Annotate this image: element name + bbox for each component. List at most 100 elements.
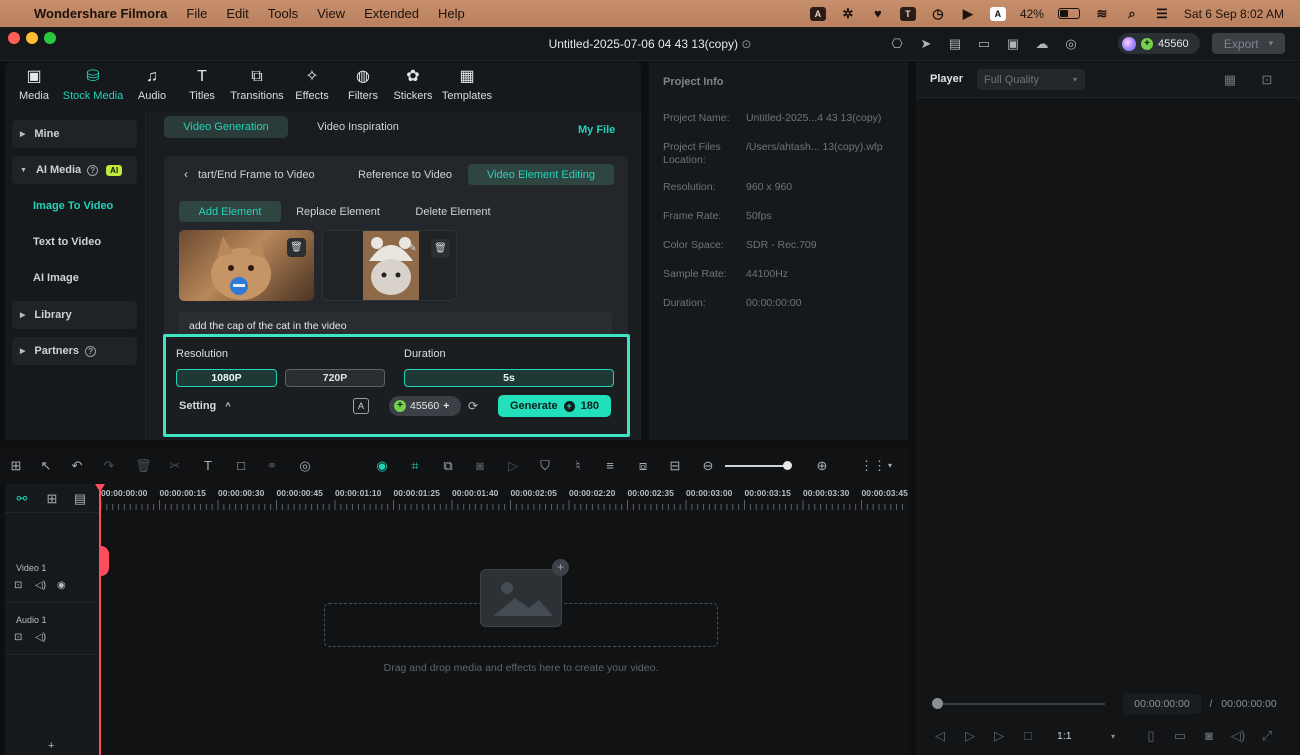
element-image-thumbnail[interactable]: ✎ 🗑: [322, 230, 457, 301]
player-progress-track[interactable]: [933, 703, 1105, 705]
chevron-down-icon[interactable]: ▾: [882, 458, 898, 474]
play-icon[interactable]: ▷: [991, 728, 1007, 744]
menu-tools[interactable]: Tools: [268, 6, 298, 21]
tab-transitions[interactable]: ⧉ Transitions: [228, 68, 286, 102]
battery-icon[interactable]: [1057, 8, 1080, 19]
status-text-icon[interactable]: T: [899, 6, 916, 21]
menu-help[interactable]: Help: [438, 6, 465, 21]
prompt-input[interactable]: add the cap of the cat in the video: [179, 312, 612, 336]
delete-icon[interactable]: 🗑: [135, 458, 152, 474]
status-clock-icon[interactable]: ◷: [930, 6, 946, 21]
control-center-icon[interactable]: ☰: [1154, 6, 1170, 21]
duration-5s-button[interactable]: 5s: [404, 369, 614, 387]
scene-detect-icon[interactable]: ⧉: [440, 458, 456, 474]
subtitles-icon[interactable]: ≡: [602, 458, 618, 474]
add-media-icon[interactable]: +: [552, 559, 569, 576]
cut-icon[interactable]: ✂: [167, 458, 183, 474]
menu-edit[interactable]: Edit: [226, 6, 248, 21]
spotlight-search-icon[interactable]: ⌕: [1124, 6, 1140, 21]
check-circle-icon[interactable]: ⊙: [741, 37, 751, 51]
my-file-link[interactable]: My File: [578, 124, 615, 136]
more-options-icon[interactable]: ⋮⋮: [860, 458, 886, 474]
menu-file[interactable]: File: [186, 6, 207, 21]
mute-icon[interactable]: ◁): [35, 632, 46, 643]
add-track-icon[interactable]: ⊞: [44, 491, 60, 507]
resolution-720p-button[interactable]: 720P: [285, 369, 385, 387]
display-icon[interactable]: ▭: [1172, 728, 1188, 744]
ai-effects-icon[interactable]: ◎: [297, 458, 313, 474]
mute-icon[interactable]: ◁): [35, 580, 46, 591]
previous-frame-icon[interactable]: ◁: [932, 728, 948, 744]
fit-icon[interactable]: ⊟: [667, 458, 683, 474]
tab-audio[interactable]: ♫ Audio: [133, 68, 171, 102]
menu-view[interactable]: View: [317, 6, 345, 21]
tab-templates[interactable]: ▦ Templates: [441, 68, 493, 102]
tab-effects[interactable]: ✧ Effects: [292, 68, 332, 102]
edit-icon[interactable]: ✎: [403, 239, 422, 258]
generation-credits-pill[interactable]: + 45560 +: [389, 396, 461, 416]
tab-stock-media[interactable]: ⛁ Stock Media: [60, 68, 126, 102]
shield-icon[interactable]: ⛉: [537, 458, 553, 474]
color-icon[interactable]: ⚭: [264, 458, 280, 474]
playhead[interactable]: [99, 484, 101, 755]
setting-toggle[interactable]: Setting ^: [179, 400, 231, 412]
tab-add-element[interactable]: Add Element: [179, 201, 281, 222]
ratio-select[interactable]: 1:1 ▾: [1051, 726, 1119, 746]
tab-reference-to-video[interactable]: Reference to Video: [346, 164, 464, 185]
menubar-datetime[interactable]: Sat 6 Sep 8:02 AM: [1184, 7, 1284, 21]
crop-icon[interactable]: □: [233, 458, 249, 474]
status-spark-icon[interactable]: ✲: [840, 6, 856, 21]
tab-filters[interactable]: ◍ Filters: [344, 68, 382, 102]
sidebar-item-text-to-video[interactable]: Text to Video: [12, 228, 137, 256]
tab-video-inspiration[interactable]: Video Inspiration: [298, 116, 418, 138]
sidebar-item-ai-image[interactable]: AI Image: [12, 264, 137, 292]
tab-media[interactable]: ▣ Media: [14, 68, 54, 102]
zoom-out-icon[interactable]: ⊖: [700, 458, 716, 474]
link-icon[interactable]: ⚯: [14, 491, 30, 507]
chevron-left-icon[interactable]: ‹: [184, 167, 188, 181]
tab-delete-element[interactable]: Delete Element: [404, 201, 502, 222]
mark-icon[interactable]: ▯: [1143, 728, 1159, 744]
zoom-in-icon[interactable]: ⊕: [814, 458, 830, 474]
playhead-handle[interactable]: [99, 546, 109, 576]
player-scrub-handle[interactable]: [932, 698, 943, 709]
fullscreen-icon[interactable]: ⤢: [1259, 728, 1275, 744]
current-time[interactable]: 00:00:00:00: [1123, 694, 1201, 714]
source-video-thumbnail[interactable]: 🗑: [179, 230, 314, 301]
menu-extended[interactable]: Extended: [364, 6, 419, 21]
text-tool-icon[interactable]: T: [200, 458, 216, 474]
tab-start-end-frame[interactable]: tart/End Frame to Video: [198, 164, 328, 185]
layout-icon[interactable]: ▭: [976, 36, 992, 52]
scope-icon[interactable]: ⊡: [1259, 72, 1275, 88]
status-heart-icon[interactable]: ♥: [870, 6, 886, 21]
status-app-icon[interactable]: A: [809, 6, 826, 21]
export-button[interactable]: Export ▾: [1212, 33, 1285, 54]
zoom-slider-handle[interactable]: [783, 461, 792, 470]
sidebar-item-library[interactable]: ▶ Library: [12, 301, 137, 329]
cloud-icon[interactable]: ☁: [1034, 36, 1050, 52]
delete-icon[interactable]: 🗑: [431, 239, 450, 258]
send-icon[interactable]: ➤: [918, 36, 934, 52]
tab-titles[interactable]: T Titles: [184, 68, 220, 102]
sidebar-item-mine[interactable]: ▶ Mine: [12, 120, 137, 148]
tab-stickers[interactable]: ✿ Stickers: [392, 68, 434, 102]
motion-track-icon[interactable]: ⧈: [635, 458, 651, 474]
ai-settings-icon[interactable]: A: [353, 398, 369, 414]
eye-icon[interactable]: ◉: [57, 580, 66, 591]
credits-badge[interactable]: + 45560: [1118, 33, 1200, 54]
generate-button[interactable]: Generate + 180: [498, 395, 611, 417]
lock-icon[interactable]: ⊡: [14, 632, 22, 643]
help-icon[interactable]: ?: [85, 345, 97, 357]
quality-select[interactable]: Full Quality ▾: [977, 69, 1085, 90]
gift-icon[interactable]: ⎔: [889, 36, 905, 52]
sidebar-item-ai-media[interactable]: ▼ AI Media? AI: [12, 156, 137, 184]
lock-icon[interactable]: ⊡: [14, 580, 22, 591]
next-frame-icon[interactable]: ▷: [962, 728, 978, 744]
menu-app-name[interactable]: Wondershare Filmora: [34, 6, 167, 21]
undo-icon[interactable]: ↶: [69, 458, 85, 474]
delete-icon[interactable]: 🗑: [287, 238, 306, 257]
snapshot-icon[interactable]: ◙: [1201, 728, 1217, 744]
help-icon[interactable]: ?: [87, 164, 99, 176]
refresh-icon[interactable]: ⟳: [468, 399, 478, 413]
tasks-icon[interactable]: ▤: [947, 36, 963, 52]
